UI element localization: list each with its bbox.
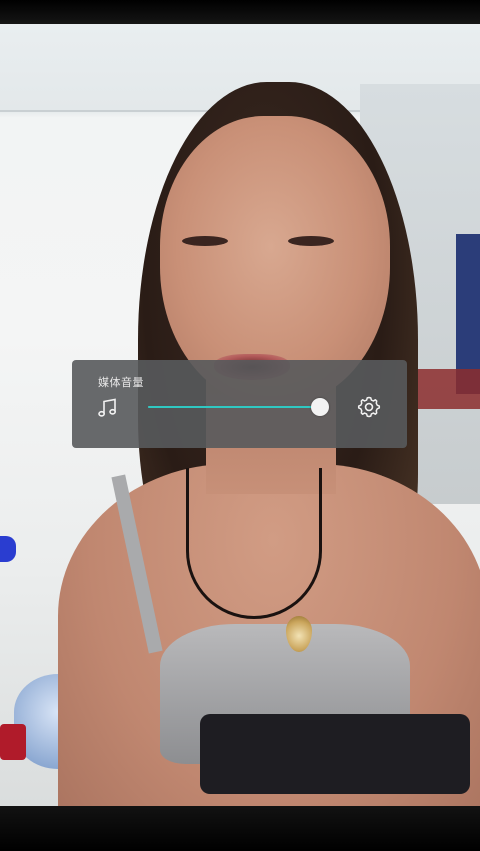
screen: 媒体音量: [0, 0, 480, 851]
volume-settings-button[interactable]: [356, 394, 382, 420]
left-eye: [182, 236, 228, 246]
person-shorts: [200, 714, 470, 794]
necklace: [186, 468, 322, 619]
red-object: [0, 724, 26, 760]
blue-object: [0, 536, 16, 562]
music-note-icon-svg: [98, 398, 116, 417]
right-eye: [288, 236, 334, 246]
music-note-icon: [96, 396, 120, 420]
top-letterbox: [0, 0, 480, 24]
gear-icon: [357, 396, 381, 418]
media-volume-panel: 媒体音量: [72, 360, 407, 448]
volume-slider[interactable]: [148, 398, 330, 416]
bottom-letterbox: [0, 806, 480, 851]
volume-panel-title: 媒体音量: [98, 376, 144, 389]
volume-slider-thumb[interactable]: [311, 398, 330, 416]
volume-slider-fill: [148, 406, 321, 408]
